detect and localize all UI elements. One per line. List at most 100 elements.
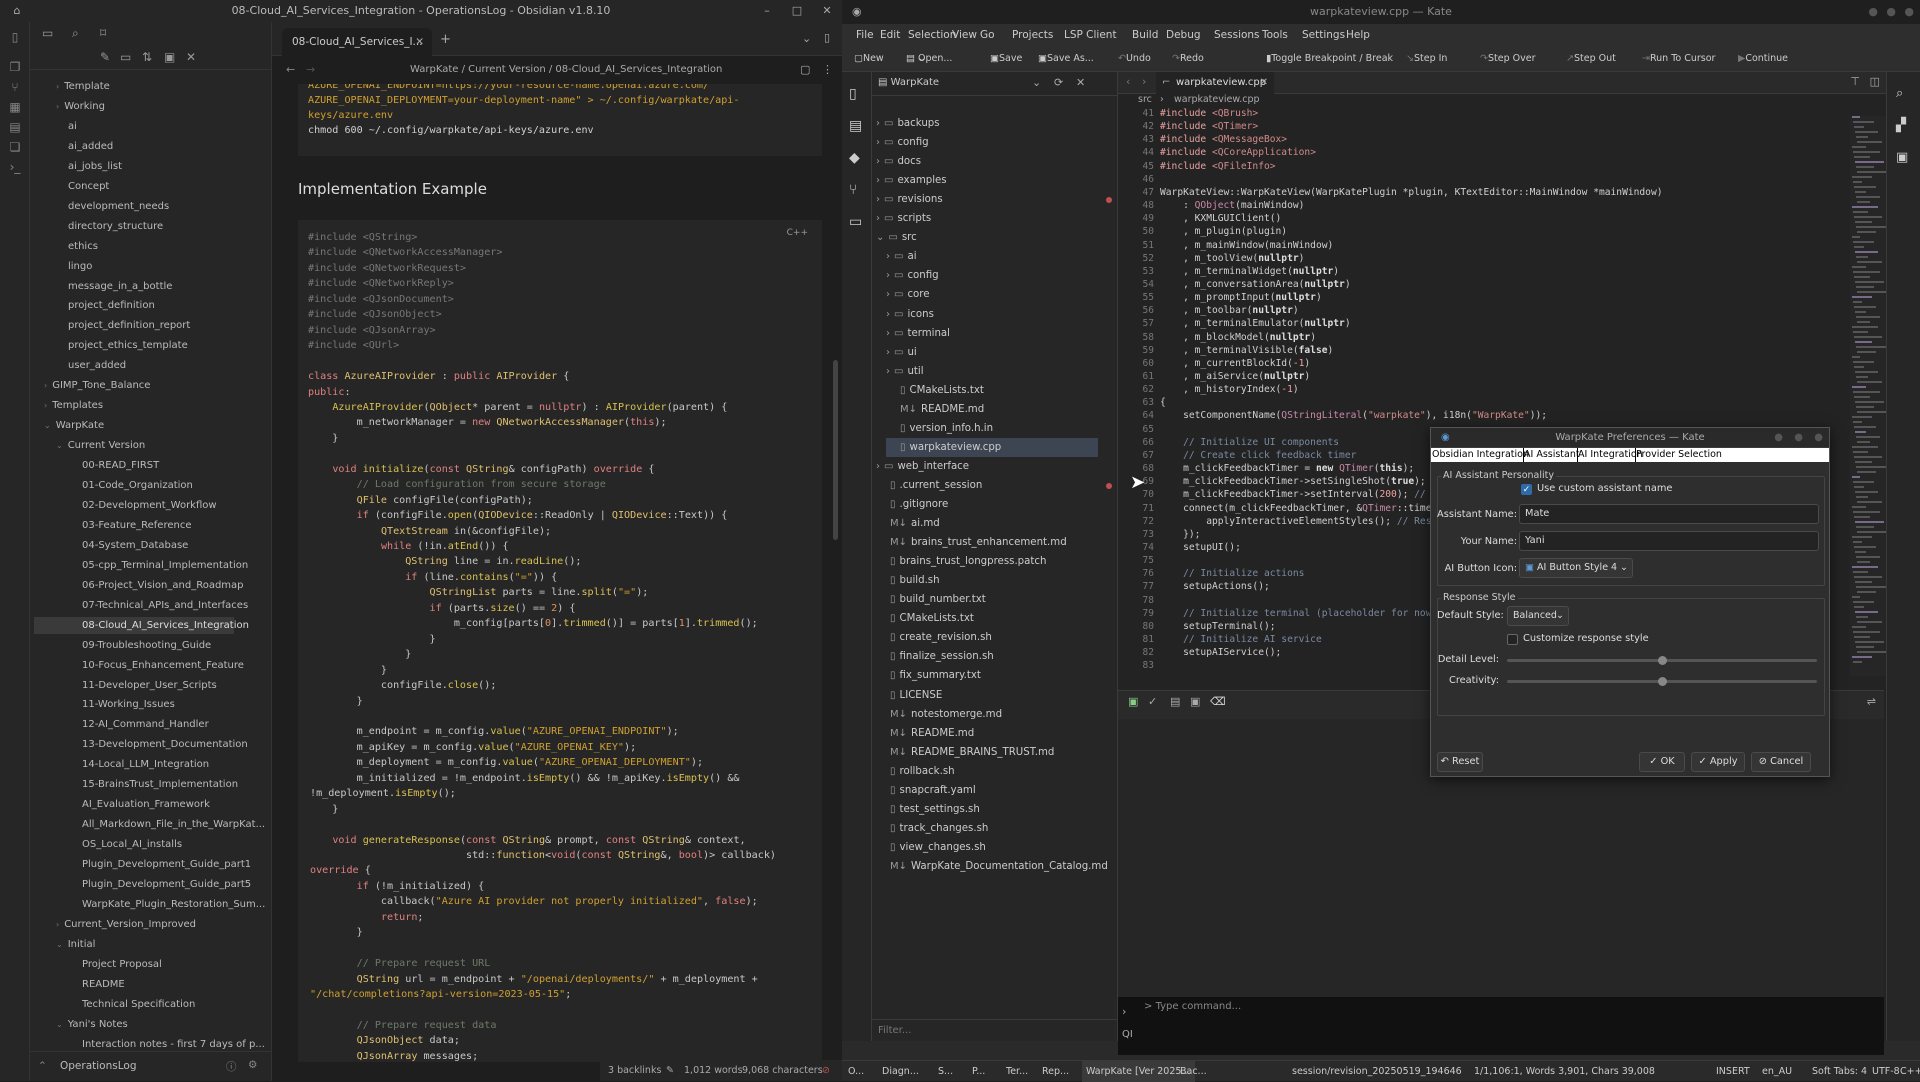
minimize-button[interactable]: ● <box>1868 0 1878 24</box>
tree-item[interactable]: 13-Development_Documentation <box>34 736 248 753</box>
folder-item[interactable]: › ▭ util <box>886 362 924 381</box>
tree-item[interactable]: 08-Cloud_AI_Services_Integration <box>34 616 249 634</box>
outline-icon[interactable]: ▞ <box>1896 118 1906 133</box>
tree-item[interactable]: AI_Evaluation_Framework <box>34 796 234 813</box>
status-tab-diagnostics[interactable]: Diagn... <box>882 1061 919 1082</box>
tree-item[interactable]: ai_added <box>34 138 234 155</box>
new-note-icon[interactable]: ✎ <box>100 50 110 64</box>
chevron-right-icon[interactable]: › <box>886 328 890 339</box>
chevron-right-icon[interactable]: › <box>886 251 890 262</box>
folder-item[interactable]: › ▭ ai <box>886 247 917 266</box>
tab-ai-integration[interactable]: AI Integration <box>1577 448 1643 462</box>
new-folder-icon[interactable]: ▭ <box>120 50 131 64</box>
folder-item[interactable]: › ▭ web_interface <box>876 457 969 476</box>
folder-item[interactable]: › ▭ icons <box>886 305 934 324</box>
backlinks-count[interactable]: 3 backlinks <box>608 1060 661 1081</box>
close-tab-icon[interactable]: ✕ <box>415 28 424 56</box>
close-button[interactable]: ● <box>1814 428 1823 448</box>
file-item[interactable]: ▯ warpkateview.cpp <box>886 437 1098 457</box>
status-tab-output[interactable]: O... <box>848 1061 864 1082</box>
projects-icon[interactable]: ▤ <box>849 118 862 134</box>
search-icon[interactable]: ⌕ <box>72 26 79 41</box>
open-button[interactable]: ▤ Open... ⌄ <box>906 46 952 72</box>
chevron-right-icon[interactable]: › <box>886 347 890 358</box>
vault-switcher[interactable]: ⌃ OperationsLog ⓘ ⚙ <box>30 1051 272 1081</box>
save-icon[interactable]: ▣ <box>1190 695 1200 708</box>
redo-button[interactable]: ↷ Redo <box>1172 46 1204 72</box>
status-tab-report[interactable]: Rep... <box>1042 1061 1069 1082</box>
assistant-name-input[interactable]: Mate <box>1519 504 1819 524</box>
right-sidebar-icon[interactable]: ▯ <box>824 31 830 44</box>
tree-item[interactable]: 01-Code_Organization <box>34 477 234 494</box>
chevron-right-icon[interactable]: › <box>876 156 880 167</box>
forward-icon[interactable]: → <box>306 63 315 76</box>
file-item[interactable]: ▯ build_number.txt <box>876 590 986 609</box>
file-item[interactable]: ▯ view_changes.sh <box>876 838 986 857</box>
menu-build[interactable]: Build <box>1132 24 1158 46</box>
tree-item[interactable]: 10-Focus_Enhancement_Feature <box>34 657 244 674</box>
file-item[interactable]: ▯ brains_trust_longpress.patch <box>876 552 1046 571</box>
clipboard-icon[interactable]: ▤ <box>1170 695 1180 708</box>
tree-item[interactable]: ai <box>34 118 234 135</box>
settings-icon[interactable]: ⚙ <box>248 1059 257 1071</box>
file-item[interactable]: ▯ fix_summary.txt <box>876 666 981 685</box>
creativity-knob[interactable] <box>1658 677 1667 686</box>
folder-item[interactable]: › ▭ ui <box>886 343 917 362</box>
use-custom-name-checkbox[interactable]: ✓ <box>1521 484 1532 495</box>
tree-item[interactable]: 11-Working_Issues <box>34 696 234 713</box>
maximize-button[interactable]: □ <box>782 0 812 22</box>
tree-item[interactable]: 05-cpp_Terminal_Implementation <box>34 557 248 574</box>
search-icon[interactable]: ⌕ <box>1896 86 1903 101</box>
tree-item[interactable]: ethics <box>34 238 234 255</box>
close-all-icon[interactable]: ✕ <box>186 50 196 64</box>
save-button[interactable]: ▣ Save <box>990 46 1022 72</box>
graph-icon[interactable]: ⑂ <box>7 80 23 96</box>
file-item[interactable]: ▯ CMakeLists.txt <box>886 381 984 400</box>
tree-item[interactable]: Plugin_Development_Guide_part5 <box>34 876 251 893</box>
menu-help[interactable]: Help <box>1346 24 1370 46</box>
tree-item[interactable]: ⌄ Initial <box>34 936 234 953</box>
menu-view[interactable]: View <box>952 24 977 46</box>
project-selector[interactable]: ▤ WarpKate <box>878 77 939 88</box>
tree-item[interactable]: README <box>34 976 234 993</box>
file-item[interactable]: ▯ finalize_session.sh <box>876 647 994 666</box>
chevron-right-icon[interactable]: › <box>876 175 880 186</box>
tree-item[interactable]: 12-AI_Command_Handler <box>34 716 234 733</box>
detail-level-knob[interactable] <box>1658 656 1667 665</box>
chevron-right-icon[interactable]: › <box>876 213 880 224</box>
file-item[interactable]: ▯ version_info.h.in <box>886 419 993 438</box>
close-button[interactable]: ● <box>1904 0 1914 24</box>
status-tab-search[interactable]: S... <box>938 1061 953 1082</box>
menu-file[interactable]: File <box>856 24 874 46</box>
customize-style-checkbox[interactable] <box>1507 634 1518 645</box>
tree-item[interactable]: › Working <box>34 98 234 115</box>
close-tab-icon[interactable]: ✕ <box>1260 72 1268 94</box>
tab-provider-selection[interactable]: Provider Selection <box>1635 448 1722 462</box>
split-view-icon[interactable]: ◫ <box>1870 75 1880 88</box>
folder-icon[interactable]: ▭ <box>42 26 53 40</box>
bookmark-icon[interactable]: ⌑ <box>100 26 106 40</box>
tree-item[interactable]: Plugin_Development_Guide_part1 <box>34 856 251 873</box>
file-item[interactable]: ▯ .current_session <box>876 476 982 495</box>
tree-item[interactable]: 15-BrainsTrust_Implementation <box>34 776 238 793</box>
status-encoding[interactable]: UTF-8 <box>1872 1061 1900 1082</box>
tree-item[interactable]: 02-Development_Workflow <box>34 497 234 514</box>
folder-item[interactable]: › ▭ docs <box>876 152 921 171</box>
nav-forward-icon[interactable]: › <box>1142 75 1146 88</box>
apply-button[interactable]: ✓ Apply <box>1691 752 1745 772</box>
status-tab-warpkate[interactable]: WarpKate [Ver 2025... <box>1082 1061 1195 1082</box>
folder-item[interactable]: › ▭ scripts <box>876 209 931 228</box>
canvas-icon[interactable]: ▦ <box>7 100 23 116</box>
file-item[interactable]: M↓ README.md <box>876 724 974 743</box>
status-position[interactable]: 1/1,106:1, Words 3,901, Chars 39,008 <box>1474 1061 1655 1082</box>
terminal-icon[interactable]: ›_ <box>7 160 23 176</box>
file-item[interactable]: ▯ build.sh <box>876 571 940 590</box>
menu-selection[interactable]: Selection <box>908 24 956 46</box>
tree-item[interactable]: Technical Specification <box>34 996 234 1013</box>
tree-item[interactable]: 00-READ_FIRST <box>34 457 234 474</box>
toggle-breakpoint-button[interactable]: ▮ Toggle Breakpoint / Break <box>1266 46 1393 72</box>
folder-item[interactable]: › ▭ backups <box>876 114 940 133</box>
panel-icon[interactable]: ▣ <box>1128 695 1138 708</box>
clear-icon[interactable]: ⌫ <box>1210 695 1226 708</box>
tree-item[interactable]: Project Proposal <box>34 956 234 973</box>
